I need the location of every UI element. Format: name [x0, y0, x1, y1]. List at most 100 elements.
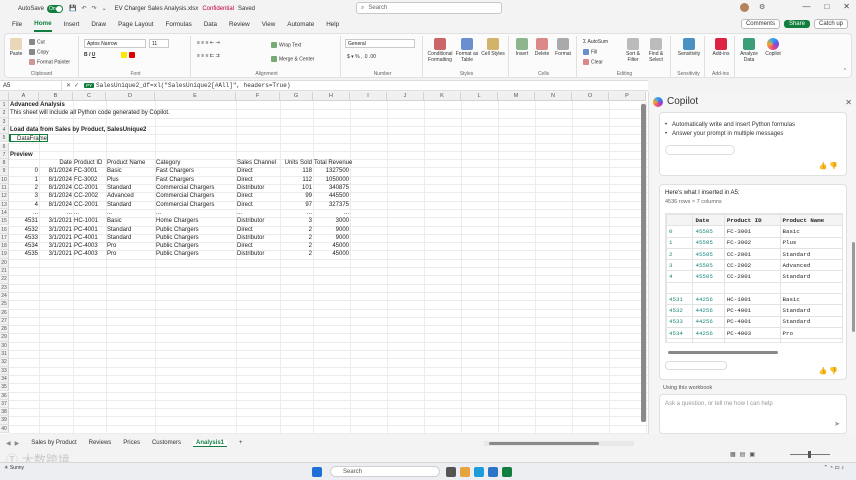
row-header-18[interactable]: 18 — [0, 242, 9, 251]
sensitivity-button[interactable]: Sensitivity — [675, 38, 703, 57]
start-icon[interactable] — [312, 467, 322, 477]
sort-filter-button[interactable]: Sort & Filter — [623, 38, 643, 63]
table-cell[interactable]: 2 — [281, 242, 312, 250]
row-header-6[interactable]: 6 — [0, 142, 9, 151]
row-header-10[interactable]: 10 — [0, 175, 9, 184]
suggestion-chip[interactable] — [665, 145, 735, 155]
table-cell[interactable]: ... — [281, 209, 312, 217]
vertical-scrollbar[interactable] — [641, 102, 646, 422]
table-cell[interactable]: Direct — [237, 201, 279, 209]
row-header-30[interactable]: 30 — [0, 341, 9, 350]
table-cell[interactable]: 3/1/2021 — [40, 226, 72, 234]
store-icon[interactable] — [488, 467, 498, 477]
ribbon-tab-view[interactable]: View — [262, 18, 276, 31]
row-header-32[interactable]: 32 — [0, 358, 9, 367]
column-header-e[interactable]: E — [155, 92, 236, 101]
settings-icon[interactable]: ⚙ — [759, 3, 765, 12]
table-cell[interactable]: 4531 — [10, 217, 38, 225]
table-cell[interactable]: Pro — [107, 250, 154, 258]
table-cell[interactable]: 8/1/2024 — [40, 184, 72, 192]
table-cell[interactable]: Basic — [107, 167, 154, 175]
row-header-39[interactable]: 39 — [0, 416, 9, 425]
column-header-p[interactable]: P — [609, 92, 646, 101]
row-header-13[interactable]: 13 — [0, 200, 9, 209]
column-header-o[interactable]: O — [572, 92, 609, 101]
format-cells-button[interactable]: Format — [553, 38, 573, 57]
table-cell[interactable]: 118 — [281, 167, 312, 175]
table-cell[interactable]: Public Chargers — [156, 242, 235, 250]
context-label[interactable]: Using this workbook — [663, 385, 712, 391]
table-cell[interactable]: 1 — [10, 176, 38, 184]
row-header-20[interactable]: 20 — [0, 258, 9, 267]
column-header-k[interactable]: K — [424, 92, 461, 101]
find-select-button[interactable]: Find & Select — [645, 38, 667, 63]
table-cell[interactable]: 101 — [281, 184, 312, 192]
table-cell[interactable]: PC-4001 — [74, 234, 105, 242]
ribbon-tab-automate[interactable]: Automate — [287, 18, 314, 31]
autosum-button[interactable]: Σ AutoSum — [583, 39, 608, 45]
table-cell[interactable]: Distributor — [237, 217, 279, 225]
format-as-table-button[interactable]: Format as Table — [455, 38, 479, 63]
table-cell[interactable]: 4533 — [10, 234, 38, 242]
catchup-button[interactable]: Catch up — [813, 19, 848, 29]
row-header-22[interactable]: 22 — [0, 275, 9, 284]
sheet-subtitle[interactable]: This sheet will include all Python code … — [10, 109, 260, 117]
table-cell[interactable]: 4534 — [10, 242, 38, 250]
search-box[interactable]: ⌕ Search — [356, 2, 502, 14]
table-cell[interactable]: Direct — [237, 226, 279, 234]
row-header-12[interactable]: 12 — [0, 192, 9, 201]
column-header-c[interactable]: C — [73, 92, 106, 101]
wrap-text-button[interactable]: Wrap Text — [271, 42, 301, 48]
table-cell[interactable]: ... — [237, 209, 279, 217]
insert-chip[interactable] — [665, 361, 727, 370]
ribbon-tab-review[interactable]: Review — [229, 18, 250, 31]
table-cell[interactable]: Standard — [107, 226, 154, 234]
table-cell[interactable]: 3000 — [314, 217, 349, 225]
column-header-n[interactable]: N — [535, 92, 572, 101]
view-mode-icons[interactable]: ▦▤▣ — [730, 451, 759, 458]
table-cell[interactable]: Fast Chargers — [156, 176, 235, 184]
table-cell[interactable]: 1327500 — [314, 167, 349, 175]
sheet-tab-customers[interactable]: Customers — [152, 440, 181, 446]
row-header-40[interactable]: 40 — [0, 424, 9, 433]
name-box[interactable]: A5 — [0, 81, 62, 90]
row-header-26[interactable]: 26 — [0, 308, 9, 317]
table-cell[interactable]: 3/1/2021 — [40, 242, 72, 250]
table-cell[interactable]: Commercial Chargers — [156, 184, 235, 192]
next-sheet-icon[interactable]: ▶ — [15, 440, 20, 447]
font-name-select[interactable]: Aptos Narrow — [84, 39, 146, 48]
row-header-5[interactable]: 5 — [0, 134, 9, 143]
add-sheet-icon[interactable]: + — [239, 440, 243, 446]
table-cell[interactable]: Standard — [107, 234, 154, 242]
font-size-select[interactable]: 11 — [149, 39, 169, 48]
table-cell[interactable]: ... — [156, 209, 235, 217]
row-header-35[interactable]: 35 — [0, 383, 9, 392]
row-header-3[interactable]: 3 — [0, 117, 9, 126]
table-cell[interactable]: 340875 — [314, 184, 349, 192]
table-cell[interactable]: Distributor — [237, 234, 279, 242]
save-icon[interactable]: 💾 — [69, 5, 76, 12]
table-cell[interactable]: 45000 — [314, 242, 349, 250]
table-cell[interactable]: Plus — [107, 176, 154, 184]
collapse-ribbon-icon[interactable]: ⌃ — [843, 68, 847, 74]
table-cell[interactable]: Basic — [107, 217, 154, 225]
preview-header[interactable]: Product Name — [107, 159, 154, 167]
row-header-4[interactable]: 4 — [0, 125, 9, 135]
table-cell[interactable]: Direct — [237, 192, 279, 200]
table-cell[interactable]: 8/1/2024 — [40, 201, 72, 209]
autosave-toggle[interactable]: AutoSave On — [18, 4, 64, 13]
table-cell[interactable]: 3 — [10, 192, 38, 200]
ribbon-tab-file[interactable]: File — [12, 18, 22, 31]
taskbar-search[interactable]: Search — [330, 466, 440, 477]
table-cell[interactable]: HC-1001 — [74, 217, 105, 225]
table-cell[interactable]: ... — [40, 209, 72, 217]
table-cell[interactable]: 2 — [281, 234, 312, 242]
table-cell[interactable]: ... — [74, 209, 105, 217]
horizontal-scroll-thumb[interactable] — [489, 442, 599, 445]
row-header-17[interactable]: 17 — [0, 233, 9, 243]
system-tray[interactable]: ⌃ ◔ ▭ ♪ — [824, 465, 844, 471]
preview-header[interactable]: Total Revenue — [314, 159, 352, 167]
ribbon-tab-data[interactable]: Data — [204, 18, 217, 31]
table-cell[interactable]: ... — [314, 209, 349, 217]
table-cell[interactable]: 4535 — [10, 250, 38, 258]
